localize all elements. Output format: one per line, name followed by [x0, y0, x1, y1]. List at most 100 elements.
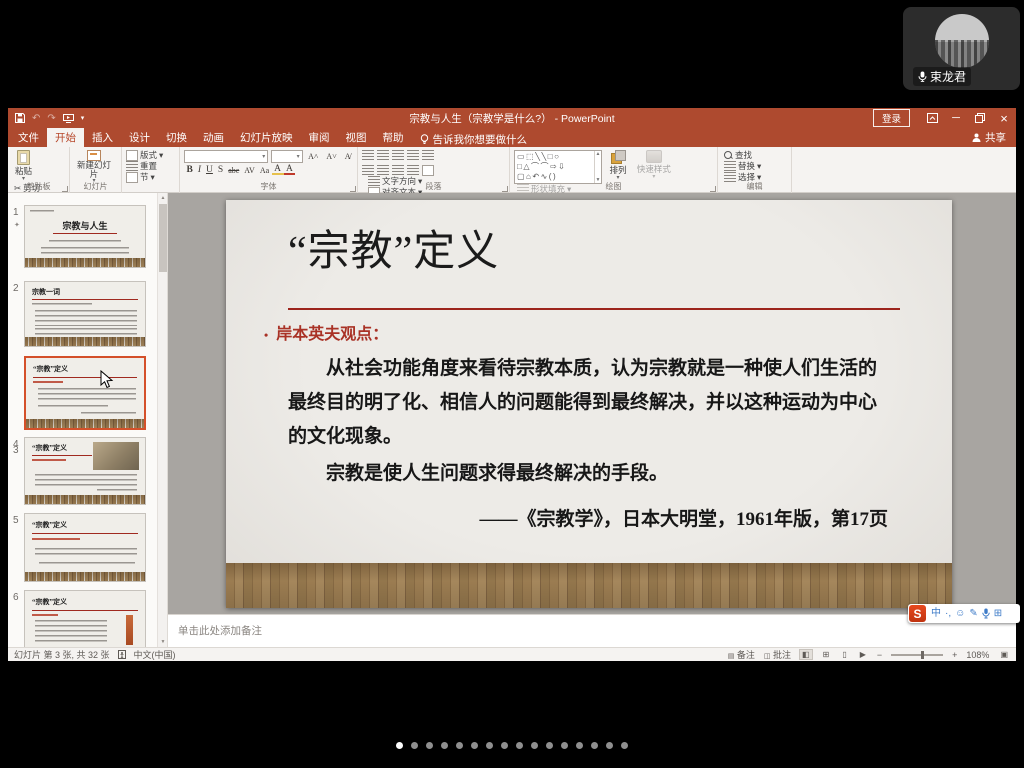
toolbox-icon[interactable]: ⊞ [994, 605, 1002, 622]
voice-input-icon[interactable] [982, 608, 990, 619]
slide-thumbnail-6[interactable]: “宗教”定义 [24, 590, 146, 647]
page-dot-4[interactable] [441, 742, 448, 749]
slide-canvas[interactable]: “宗教”定义 • 岸本英夫观点： 从社会功能角度来看待宗教本质，认为宗教就是一种… [226, 200, 952, 608]
page-dot-7[interactable] [486, 742, 493, 749]
notes-pane[interactable]: 单击此处添加备注 [168, 614, 1016, 647]
tab-insert[interactable]: 插入 [84, 128, 121, 147]
highlight-color-button[interactable]: A [272, 165, 284, 175]
decrease-indent-button[interactable] [392, 150, 404, 161]
section-button[interactable]: 节▾ [126, 172, 163, 182]
slide-thumbnail-2[interactable]: 宗教一词 [24, 281, 146, 347]
zoom-slider-thumb[interactable] [921, 651, 924, 659]
scrollbar-thumb[interactable] [159, 204, 167, 272]
page-dot-8[interactable] [501, 742, 508, 749]
zoom-level[interactable]: 108% [966, 650, 989, 660]
slide-thumbnail-1[interactable]: 宗教与人生 [24, 205, 146, 268]
restore-button[interactable] [968, 108, 992, 128]
quick-styles-button[interactable]: 快速样式 ▾ [634, 150, 674, 183]
tab-home[interactable]: 开始 [47, 128, 84, 147]
slide-paragraph-1[interactable]: 从社会功能角度来看待宗教本质，认为宗教就是一种使人们生活的最终目的明了化、相信人… [288, 352, 888, 454]
arrange-button[interactable]: 排列 ▾ [606, 150, 629, 183]
numbering-button[interactable] [377, 150, 389, 161]
tab-review[interactable]: 审阅 [301, 128, 338, 147]
shape-gallery[interactable]: ▭⬚╲╲□○ □△⌒⌒⇨⇩ ▢⌂↶∿() ▲ ▼ [514, 150, 602, 184]
tab-animations[interactable]: 动画 [195, 128, 232, 147]
tab-slideshow[interactable]: 幻灯片放映 [232, 128, 301, 147]
normal-view-button[interactable]: ◧ [800, 650, 812, 659]
page-dot-9[interactable] [516, 742, 523, 749]
slide-thumbnail-3-selected[interactable]: “宗教”定义 [24, 356, 146, 430]
slide-attribution[interactable]: ——《宗教学》，日本大明堂，1961年版，第17页 [288, 504, 888, 531]
slide-title[interactable]: “宗教”定义 [288, 224, 499, 280]
new-slide-button[interactable]: 新建幻灯片 ▾ [74, 150, 114, 183]
tab-transitions[interactable]: 切换 [158, 128, 195, 147]
page-dot-5[interactable] [456, 742, 463, 749]
scroll-up-arrow[interactable]: ▲ [158, 193, 168, 203]
shrink-font-button[interactable]: A˅ [324, 152, 339, 161]
change-case-button[interactable]: Aa [257, 166, 271, 175]
reading-view-button[interactable]: ▯ [840, 650, 848, 659]
input-mode-icon[interactable]: 中 [931, 605, 941, 622]
language-button[interactable]: 中文(中国) [134, 648, 176, 661]
handwriting-pen-icon[interactable]: ✎ [969, 605, 977, 622]
tab-file[interactable]: 文件 [10, 128, 47, 147]
page-dot-12[interactable] [561, 742, 568, 749]
slide-thumbnail-4[interactable]: “宗教”定义 [24, 437, 146, 505]
save-button[interactable] [15, 113, 25, 123]
slide-thumbnail-5[interactable]: “宗教”定义 [24, 513, 146, 582]
scroll-down-arrow[interactable]: ▼ [158, 637, 168, 647]
slide-sorter-view-button[interactable]: ⊞ [821, 650, 832, 659]
page-dot-10[interactable] [531, 742, 538, 749]
undo-button[interactable]: ↶ [32, 113, 40, 124]
italic-button[interactable]: I [195, 165, 203, 175]
close-button[interactable]: × [992, 108, 1016, 128]
thumbnail-scrollbar[interactable]: ▲ ▼ [157, 193, 167, 647]
slide-heading[interactable]: • 岸本英夫观点： [264, 320, 388, 344]
page-dot-2[interactable] [411, 742, 418, 749]
redo-button[interactable]: ↷ [47, 113, 55, 124]
notes-toggle-button[interactable]: ▤ 备注 [728, 648, 755, 661]
font-color-button[interactable]: A [284, 165, 296, 175]
bullets-button[interactable] [362, 150, 374, 161]
font-size-select[interactable]: ▾ [271, 150, 302, 163]
align-left-button[interactable] [362, 165, 374, 176]
replace-button[interactable]: 替换▾ [724, 161, 761, 171]
line-spacing-button[interactable] [422, 150, 434, 161]
strikethrough-button[interactable]: abc [226, 166, 242, 175]
zoom-in-button[interactable]: + [952, 650, 957, 660]
character-spacing-button[interactable]: AV [242, 166, 258, 175]
ribbon-display-options-button[interactable] [920, 108, 944, 128]
accessibility-icon[interactable] [118, 650, 126, 659]
share-button[interactable]: 共享 [972, 130, 1006, 145]
underline-button[interactable]: U [204, 165, 216, 175]
slide-paragraph-2[interactable]: 宗教是使人生问题求得最终解决的手段。 [288, 458, 888, 485]
layout-button[interactable]: 版式▾ [126, 150, 163, 160]
page-dot-3[interactable] [426, 742, 433, 749]
page-dot-6[interactable] [471, 742, 478, 749]
page-dot-14[interactable] [591, 742, 598, 749]
emoji-icon[interactable]: ☺ [955, 605, 965, 622]
page-dot-16[interactable] [621, 742, 628, 749]
zoom-slider[interactable] [891, 654, 943, 656]
grow-font-button[interactable]: A˄ [306, 152, 321, 161]
tab-design[interactable]: 设计 [121, 128, 158, 147]
sign-in-button[interactable]: 登录 [873, 109, 910, 127]
slideshow-view-button[interactable]: ▶ [858, 650, 868, 659]
start-slideshow-button[interactable] [63, 114, 74, 123]
fit-slide-button[interactable]: ▣ [998, 650, 1010, 659]
paste-button[interactable]: 粘贴 ▾ [12, 150, 35, 183]
find-button[interactable]: 查找 [724, 150, 761, 160]
reset-button[interactable]: 重置 [126, 161, 163, 171]
qat-customize-dropdown[interactable]: ▾ [81, 114, 85, 122]
sogou-logo[interactable]: S [909, 605, 926, 622]
comments-toggle-button[interactable]: ◫ 批注 [764, 648, 791, 661]
shape-gallery-scroll[interactable]: ▲ ▼ [594, 151, 601, 183]
page-dot-11[interactable] [546, 742, 553, 749]
columns-button[interactable] [422, 165, 434, 176]
tab-view[interactable]: 视图 [338, 128, 375, 147]
bold-button[interactable]: B [184, 165, 195, 175]
minimize-button[interactable]: ─ [944, 108, 968, 128]
tab-help[interactable]: 帮助 [375, 128, 412, 147]
zoom-out-button[interactable]: − [877, 650, 882, 660]
page-dot-13[interactable] [576, 742, 583, 749]
